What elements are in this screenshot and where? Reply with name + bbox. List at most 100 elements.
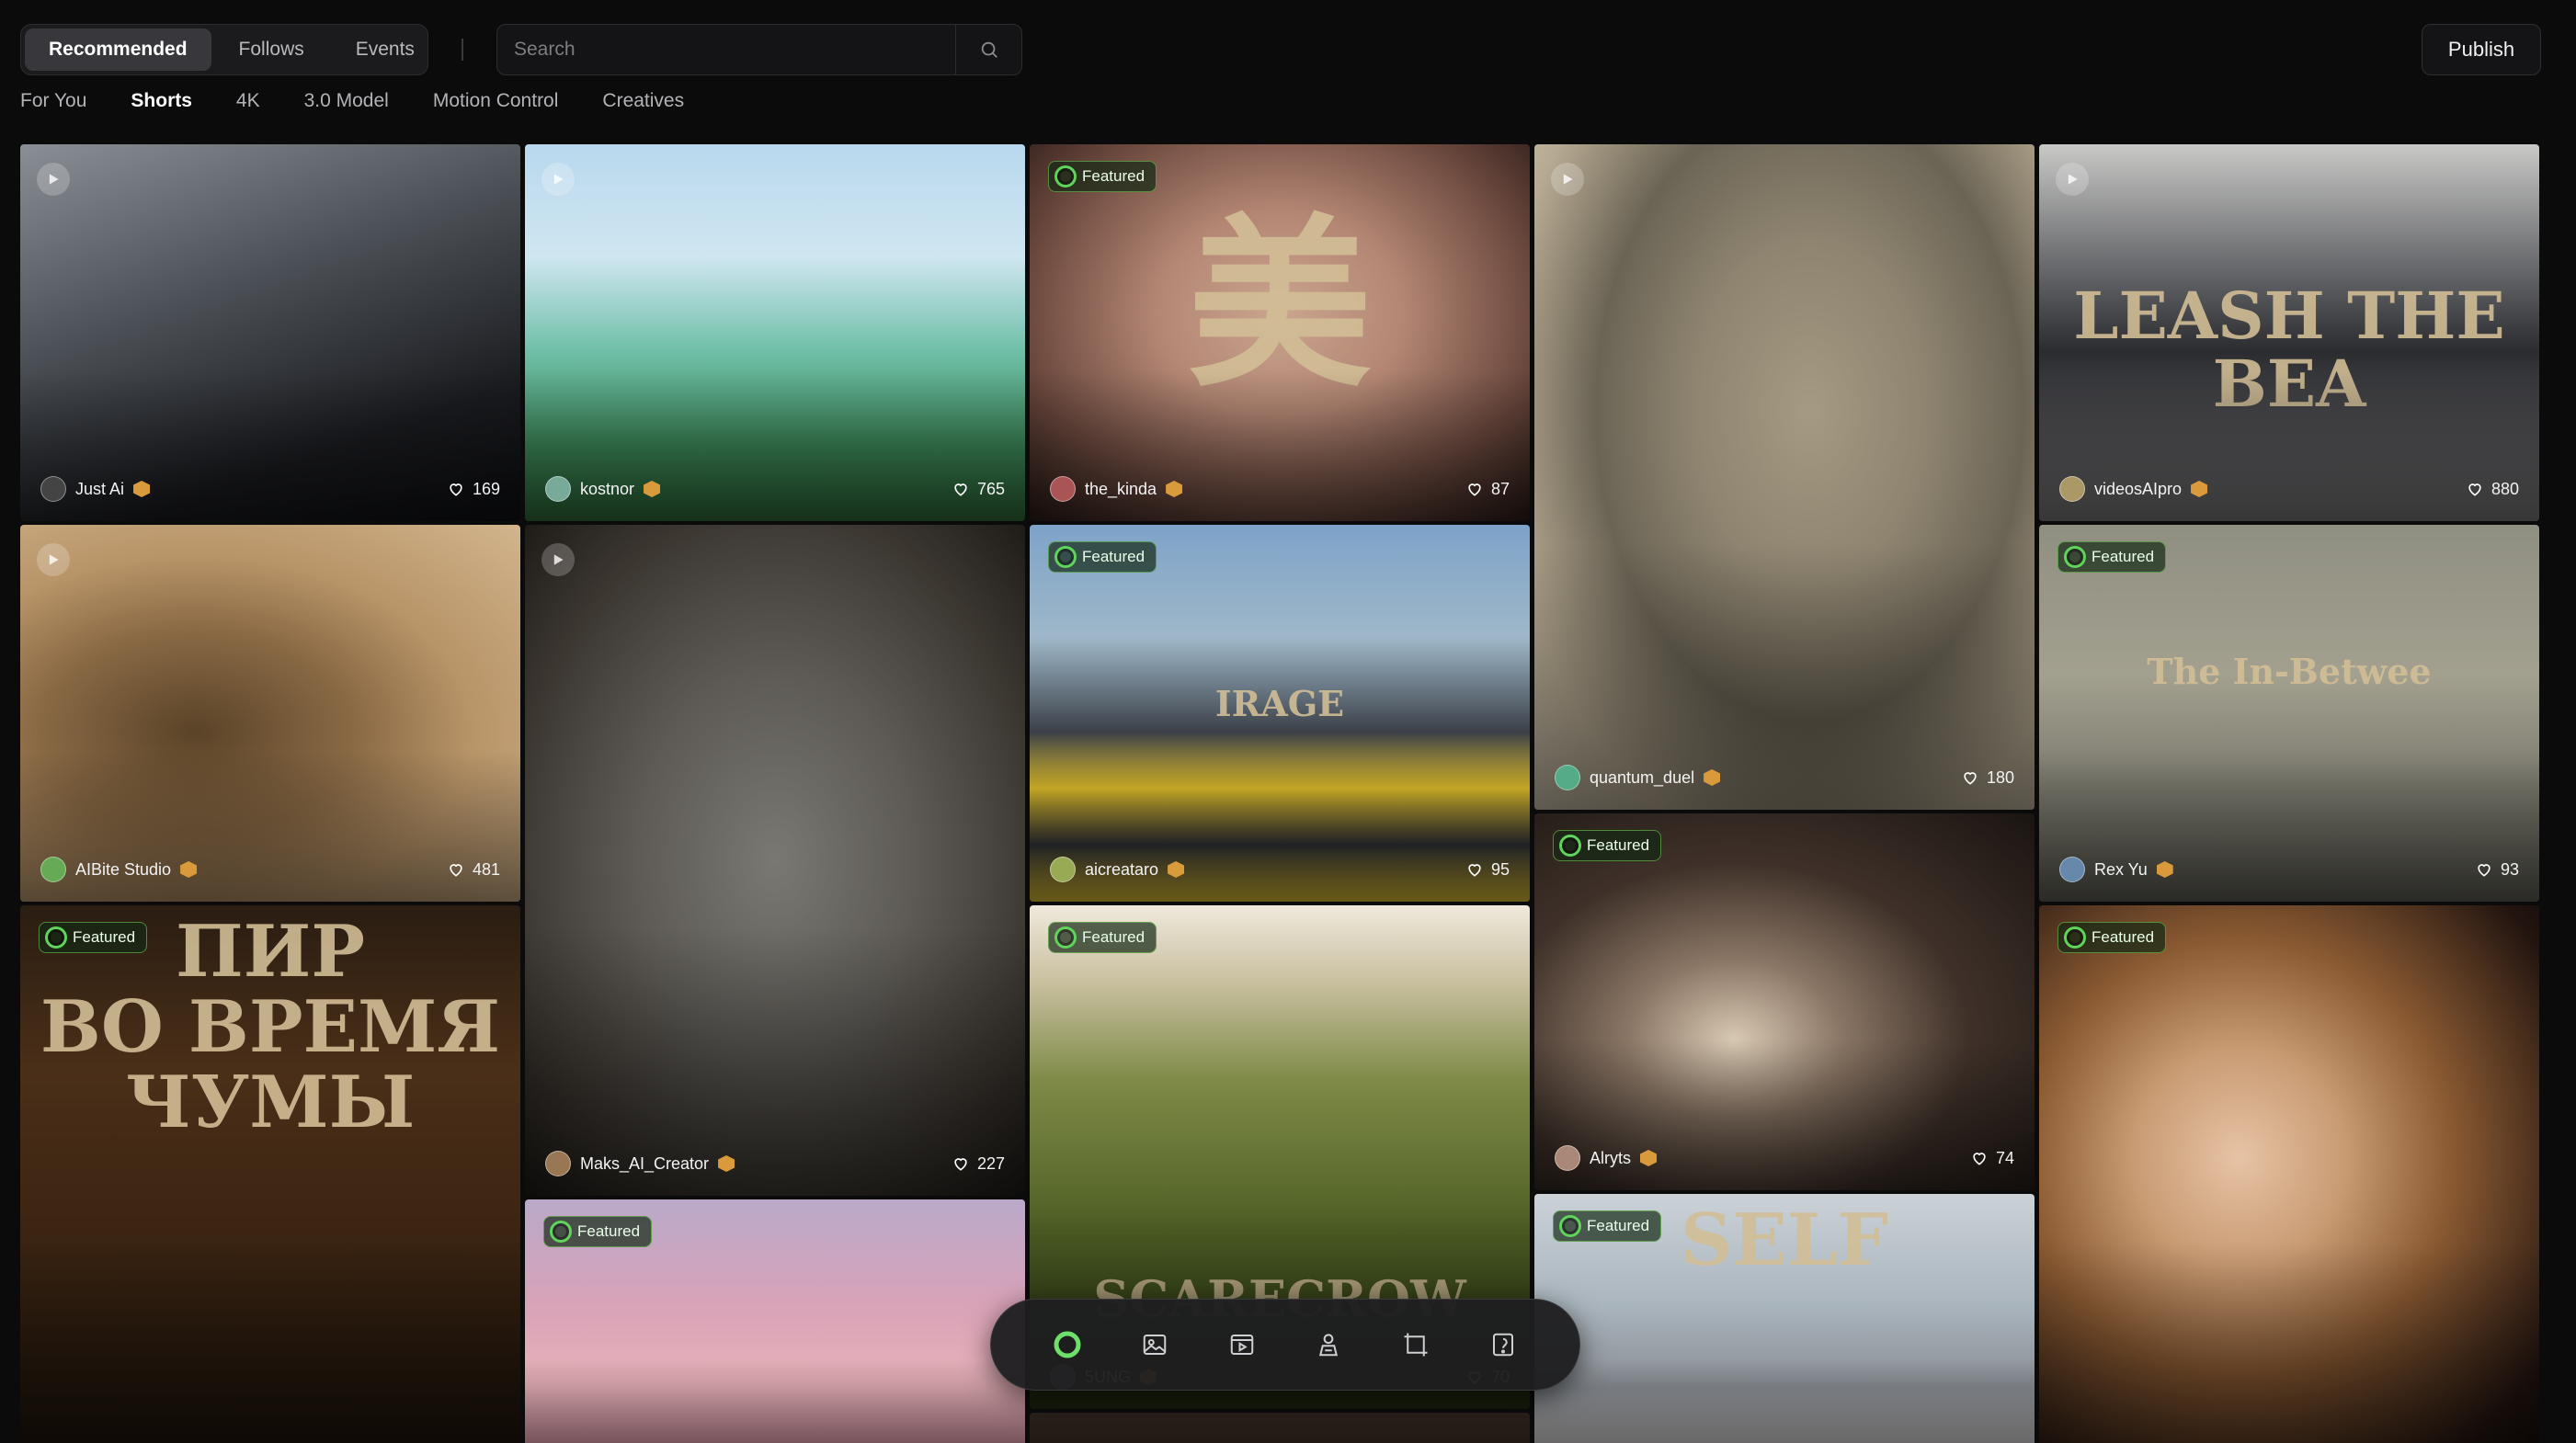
avatar[interactable]: [545, 476, 571, 502]
avatar[interactable]: [40, 857, 66, 882]
search-button[interactable]: [955, 25, 1021, 74]
featured-icon: [2064, 546, 2086, 568]
avatar-icon: [1319, 1334, 1339, 1357]
author-name[interactable]: quantum_duel: [1590, 768, 1694, 788]
featured-badge: Featured: [2057, 922, 2167, 953]
media-card[interactable]: kostnor 765: [525, 144, 1025, 521]
like-button[interactable]: 169: [447, 480, 500, 499]
featured-label: Featured: [1082, 928, 1146, 946]
media-card[interactable]: AIBite Studio 481: [20, 525, 520, 902]
like-button[interactable]: 87: [1465, 480, 1510, 499]
dock-avatar-button[interactable]: [1303, 1319, 1354, 1370]
like-button[interactable]: 481: [447, 860, 500, 880]
avatar[interactable]: [1555, 765, 1580, 790]
avatar[interactable]: [2059, 476, 2085, 502]
media-card[interactable]: Just Ai 169: [20, 144, 520, 521]
media-card[interactable]: IRAGEFeaturedaicreataro95: [1030, 525, 1530, 902]
media-card[interactable]: The In-BetweeFeaturedRex Yu93: [2039, 525, 2539, 902]
like-button[interactable]: 227: [952, 1154, 1005, 1174]
play-icon: [37, 543, 70, 576]
dock-assets-button[interactable]: [1477, 1319, 1529, 1370]
creator-badge-icon: [644, 481, 661, 497]
like-button[interactable]: 93: [2475, 860, 2519, 880]
heart-icon: [954, 1158, 967, 1171]
like-count: 87: [1490, 479, 1510, 498]
like-button[interactable]: 74: [1970, 1149, 2014, 1168]
avatar[interactable]: [2059, 857, 2085, 882]
author-name[interactable]: aicreataro: [1085, 860, 1158, 880]
like-button[interactable]: 880: [2466, 480, 2519, 499]
assets-icon: [1492, 1333, 1513, 1357]
play-icon: [1551, 163, 1584, 196]
media-card[interactable]: quantum_duel 180: [1534, 144, 2035, 810]
featured-label: Featured: [2092, 928, 2155, 946]
avatar[interactable]: [545, 1151, 571, 1176]
media-card[interactable]: Featured Alryts 74: [1534, 813, 2035, 1190]
media-card[interactable]: Maks_AI_Creator 227: [525, 525, 1025, 1196]
author-name[interactable]: Rex Yu: [2094, 860, 2148, 880]
avatar[interactable]: [40, 476, 66, 502]
card-shade: [20, 144, 520, 521]
media-card[interactable]: Featured: [525, 1199, 1025, 1443]
publish-button[interactable]: Publish: [2422, 24, 2541, 75]
creator-badge-icon: [133, 481, 151, 497]
media-card[interactable]: Featured: [2039, 905, 2539, 1443]
tab-for-you[interactable]: For You: [20, 90, 86, 119]
tab-creatives[interactable]: Creatives: [602, 90, 684, 119]
author-name[interactable]: Alryts: [1590, 1149, 1631, 1168]
card-meta: Rex Yu 93: [2059, 854, 2519, 885]
author-name[interactable]: Just Ai: [75, 480, 124, 499]
heart-icon: [1964, 772, 1977, 785]
author-name[interactable]: Maks_AI_Creator: [580, 1154, 709, 1174]
featured-icon: [1559, 835, 1581, 857]
like-count: 227: [976, 1153, 1005, 1173]
segment-events[interactable]: Events: [332, 28, 439, 71]
heart-icon: [1468, 483, 1481, 496]
featured-icon: [1559, 1215, 1581, 1237]
like-button[interactable]: 765: [952, 480, 1005, 499]
play-icon: [541, 543, 575, 576]
segment-recommended[interactable]: Recommended: [25, 28, 211, 71]
tab-4k[interactable]: 4K: [236, 90, 260, 119]
media-card[interactable]: LEASH THE BEAvideosAIpro880: [2039, 144, 2539, 521]
card-shade: [2039, 905, 2539, 1443]
like-count: 880: [2491, 479, 2519, 498]
author-name[interactable]: videosAIpro: [2094, 480, 2182, 499]
featured-badge: Featured: [1553, 1210, 1662, 1242]
author-name[interactable]: the_kinda: [1085, 480, 1157, 499]
like-button[interactable]: 95: [1465, 860, 1510, 880]
avatar[interactable]: [1050, 476, 1076, 502]
featured-label: Featured: [1082, 167, 1146, 185]
featured-icon: [1054, 546, 1077, 568]
card-shade: [2039, 144, 2539, 521]
media-card[interactable]: 美Featuredthe_kinda87: [1030, 144, 1530, 521]
author-name[interactable]: kostnor: [580, 480, 634, 499]
author-name[interactable]: AIBite Studio: [75, 860, 171, 880]
media-card[interactable]: ПИР ВО ВРЕМЯ ЧУМЫFeatured: [20, 905, 520, 1443]
heart-icon: [954, 483, 967, 496]
search-input[interactable]: [497, 25, 955, 74]
like-count: 95: [1490, 859, 1510, 879]
avatar[interactable]: [1555, 1145, 1580, 1171]
card-shade: [20, 525, 520, 902]
avatar[interactable]: [1050, 857, 1076, 882]
divider: [462, 39, 463, 61]
dock-video-button[interactable]: [1216, 1319, 1268, 1370]
card-meta: videosAIpro 880: [2059, 473, 2519, 505]
creator-badge-icon: [1640, 1150, 1657, 1166]
segment-follows[interactable]: Follows: [215, 28, 328, 71]
creator-badge-icon: [180, 861, 198, 878]
tab-3-0-model[interactable]: 3.0 Model: [304, 90, 389, 119]
dock-canvas-button[interactable]: [1390, 1319, 1442, 1370]
like-count: 93: [2500, 859, 2519, 879]
media-card[interactable]: [1030, 1413, 1530, 1443]
dock-image-button[interactable]: [1129, 1319, 1180, 1370]
tab-shorts[interactable]: Shorts: [131, 90, 192, 119]
media-card[interactable]: SELFFeatured: [1534, 1194, 2035, 1443]
category-tabs: For You Shorts 4K 3.0 Model Motion Contr…: [20, 90, 684, 119]
dock-home-button[interactable]: [1042, 1319, 1093, 1370]
like-button[interactable]: 180: [1961, 768, 2014, 788]
tab-motion-control[interactable]: Motion Control: [433, 90, 559, 119]
card-shade: [2039, 525, 2539, 902]
featured-label: Featured: [1587, 1217, 1650, 1234]
